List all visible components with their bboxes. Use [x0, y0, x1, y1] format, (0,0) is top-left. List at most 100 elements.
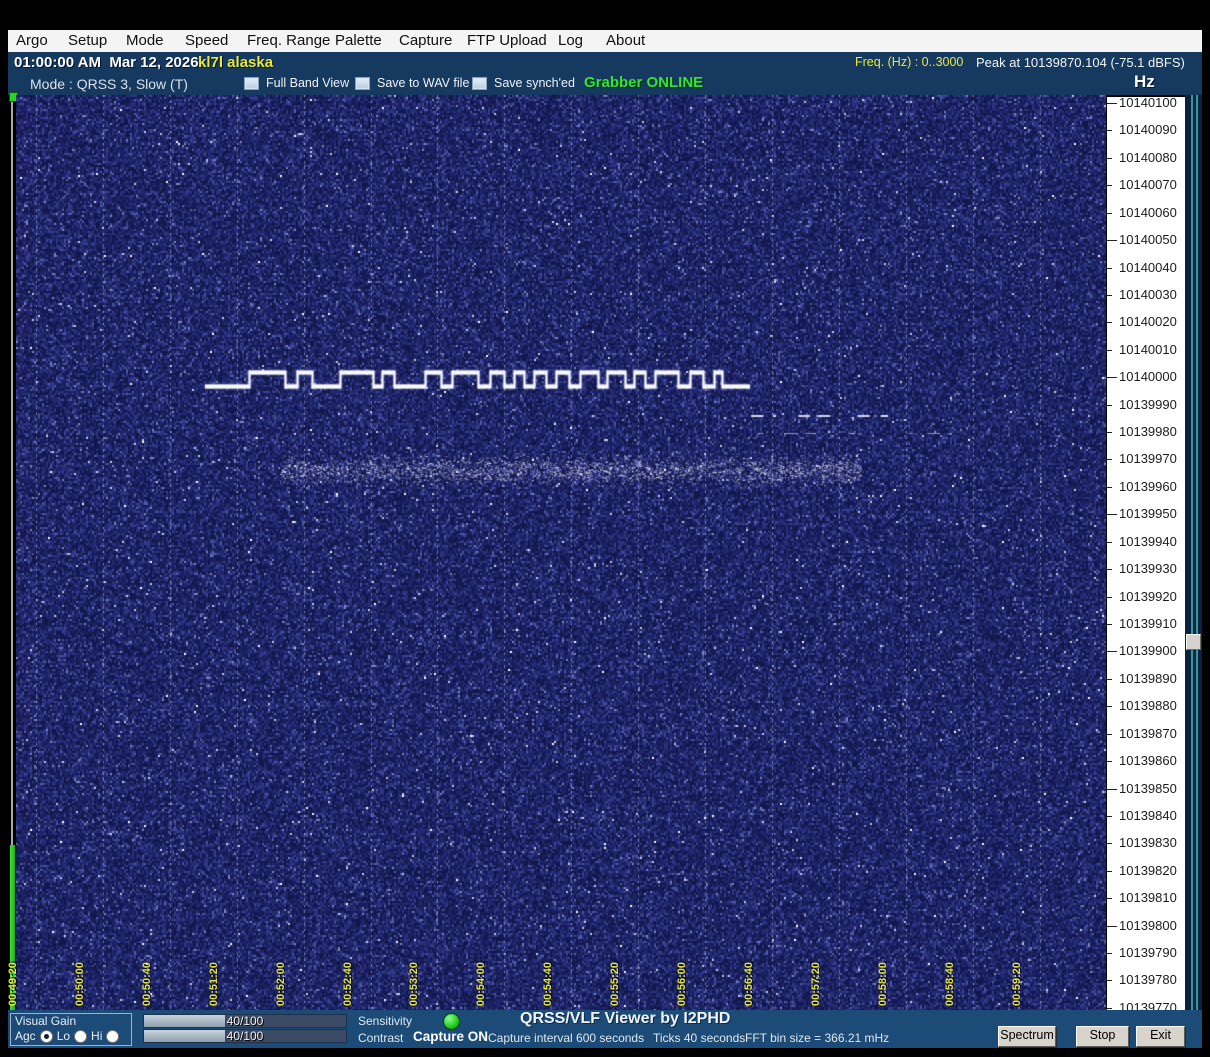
sensitivity-value: 40/100	[226, 1014, 264, 1028]
freq-scale-label: 10140010	[1119, 342, 1177, 357]
freq-tick	[1107, 679, 1112, 680]
spectrum-button[interactable]: Spectrum	[998, 1026, 1056, 1047]
menu-item-argo[interactable]: Argo	[16, 32, 48, 49]
station-callsign: kl7l alaska	[198, 54, 274, 71]
lo-radio[interactable]	[74, 1029, 88, 1043]
bottom-control-bar: Visual Gain Agc Lo Hi 40/100 40/100 Sens…	[8, 1010, 1202, 1048]
freq-scale-label: 10139830	[1119, 835, 1177, 850]
stop-button[interactable]: Stop	[1076, 1026, 1129, 1047]
freq-tick	[1107, 734, 1112, 735]
radio-label-lo: Lo	[56, 1029, 71, 1043]
exit-button[interactable]: Exit	[1136, 1026, 1185, 1047]
menu-item-setup[interactable]: Setup	[68, 32, 107, 49]
menu-item-capture[interactable]: Capture	[399, 32, 452, 49]
freq-scale-label: 10139810	[1119, 890, 1177, 905]
freq-scale-label: 10140060	[1119, 205, 1177, 220]
freq-tick	[1107, 268, 1112, 269]
time-axis-label: 00:58:00	[876, 961, 889, 1006]
freq-scale-label: 10139850	[1119, 781, 1177, 796]
freq-scale-label: 10140050	[1119, 232, 1177, 247]
checkbox-full-band-view[interactable]	[244, 77, 259, 90]
time-axis-label: 00:52:40	[341, 961, 354, 1006]
time-axis-label: 00:59:20	[1010, 961, 1023, 1006]
freq-tick	[1107, 295, 1112, 296]
agc-radio[interactable]	[39, 1029, 53, 1043]
hi-radio[interactable]	[106, 1029, 120, 1043]
menu-item-palette[interactable]: Palette	[335, 32, 382, 49]
freq-tick	[1107, 158, 1112, 159]
freq-range-readout: Freq. (Hz) : 0..3000	[855, 55, 964, 69]
freq-scale-label: 10139860	[1119, 753, 1177, 768]
frequency-slider-rail	[1185, 95, 1202, 1010]
freq-scale-label: 10139890	[1119, 671, 1177, 686]
time-axis-label: 00:52:00	[274, 961, 287, 1006]
menu-item-log[interactable]: Log	[558, 32, 583, 49]
freq-slider-thumb[interactable]	[1186, 634, 1201, 650]
freq-scale-label: 10139880	[1119, 698, 1177, 713]
freq-tick	[1107, 405, 1112, 406]
header-bar: 01:00:00 AM Mar 12, 2026 kl7l alaska Fre…	[8, 52, 1202, 95]
freq-tick	[1107, 322, 1112, 323]
freq-tick	[1107, 487, 1112, 488]
freq-tick	[1107, 542, 1112, 543]
rail-line	[1191, 95, 1193, 1010]
freq-tick	[1107, 816, 1112, 817]
time-axis-label: 00:50:40	[140, 961, 153, 1006]
freq-scale-label: 10139780	[1119, 972, 1177, 987]
freq-tick	[1107, 459, 1112, 460]
time-axis-label: 00:53:20	[408, 961, 421, 1006]
time-axis-label: 00:54:40	[542, 961, 555, 1006]
freq-tick	[1107, 432, 1112, 433]
checkbox-save-synch-ed[interactable]	[472, 77, 487, 90]
menu-item-mode[interactable]: Mode	[126, 32, 164, 49]
visual-gain-label: Visual Gain	[15, 1014, 77, 1028]
freq-scale-label: 10139950	[1119, 506, 1177, 521]
time-axis-label: 00:50:00	[73, 961, 86, 1006]
freq-scale-label: 10139840	[1119, 808, 1177, 823]
contrast-slider[interactable]: 40/100	[143, 1029, 347, 1043]
menu-bar: Argo Setup Mode Speed Freq. Range Palette Capt…	[8, 30, 1202, 52]
radio-label-hi: Hi	[91, 1029, 103, 1043]
menu-item-speed[interactable]: Speed	[185, 32, 228, 49]
freq-tick	[1107, 350, 1112, 351]
freq-tick	[1107, 213, 1112, 214]
menu-item-freq-range[interactable]: Freq. Range	[247, 32, 330, 49]
clock-and-date: 01:00:00 AM Mar 12, 2026	[14, 54, 199, 71]
time-axis-label: 00:56:00	[676, 961, 688, 1006]
visual-gain-radios: Agc Lo Hi	[15, 1029, 120, 1043]
freq-tick	[1107, 871, 1112, 872]
freq-tick	[1107, 240, 1117, 241]
freq-scale-label: 10140020	[1119, 314, 1177, 329]
clock: 01:00:00 AM	[14, 54, 101, 71]
freq-scale-label: 10139800	[1119, 918, 1177, 933]
menu-item-about[interactable]: About	[606, 32, 645, 49]
app-title: QRSS/VLF Viewer by I2PHD	[520, 1010, 731, 1027]
sensitivity-slider[interactable]: 40/100	[143, 1014, 347, 1028]
freq-scale-label: 10139870	[1119, 726, 1177, 741]
freq-tick	[1107, 597, 1112, 598]
capture-interval-label: Capture interval 600 seconds	[488, 1031, 645, 1045]
spectrogram-canvas	[16, 95, 1106, 1010]
freq-scale-label: 10139790	[1119, 945, 1177, 960]
freq-tick	[1107, 980, 1112, 981]
time-axis-label: 00:57:20	[809, 961, 822, 1006]
freq-tick	[1107, 569, 1112, 570]
freq-tick	[1107, 926, 1117, 927]
freq-scale-label: 10140100	[1119, 95, 1177, 110]
frequency-scale: 10140100 10140090 10140080 10140070 10140060…	[1107, 95, 1185, 1015]
capture-led-icon	[443, 1013, 460, 1030]
freq-scale-label: 10139970	[1119, 451, 1177, 466]
freq-scale-label: 10139980	[1119, 424, 1177, 439]
freq-tick	[1107, 1008, 1112, 1009]
time-axis-label: 00:55:20	[609, 961, 622, 1006]
freq-tick	[1107, 103, 1117, 104]
mode-readout: Mode : QRSS 3, Slow (T)	[30, 76, 188, 92]
checkbox-save-to-wav-file[interactable]	[355, 77, 370, 90]
freq-tick	[1107, 377, 1117, 378]
capture-status: Capture ON	[413, 1029, 489, 1044]
menu-item-ftp-upload[interactable]: FTP Upload	[467, 32, 547, 49]
checkbox-label: Save synch'ed	[494, 76, 575, 90]
radio-label-agc: Agc	[15, 1029, 36, 1043]
freq-scale-label: 10139910	[1119, 616, 1177, 631]
freq-scale-label: 10140000	[1119, 369, 1177, 384]
